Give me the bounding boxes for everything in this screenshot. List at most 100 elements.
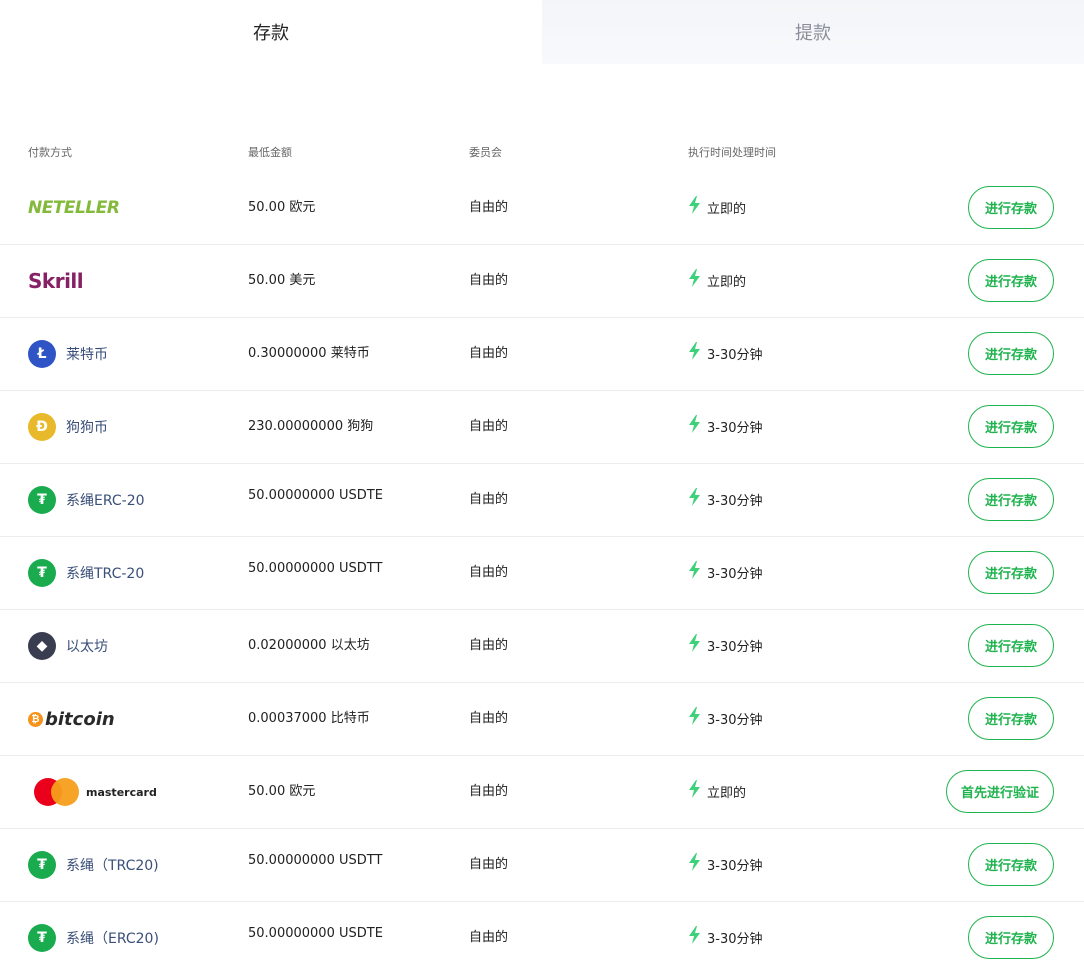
min-amount: 50.00000000 USDTE bbox=[248, 926, 383, 941]
processing-time: 立即的 bbox=[688, 269, 746, 291]
method-name: 莱特币 bbox=[66, 347, 108, 363]
tether-icon: ₮ bbox=[28, 486, 56, 514]
processing-time-text: 3-30分钟 bbox=[707, 347, 763, 363]
method-cell: ₿ bitcoin bbox=[28, 683, 115, 755]
tether-icon: ₮ bbox=[28, 559, 56, 587]
lightning-icon bbox=[688, 707, 701, 729]
processing-time-text: 3-30分钟 bbox=[707, 639, 763, 655]
processing-time-text: 3-30分钟 bbox=[707, 566, 763, 582]
lightning-icon bbox=[688, 926, 701, 948]
tab-withdraw[interactable]: 提款 bbox=[542, 0, 1084, 64]
tether-icon: ₮ bbox=[28, 851, 56, 879]
deposit-button[interactable]: 进行存款 bbox=[968, 478, 1054, 521]
method-name: 以太坊 bbox=[66, 639, 108, 655]
commission: 自由的 bbox=[469, 346, 509, 361]
table-row: mastercard 50.00 欧元 自由的 立即的 首先进行验证 bbox=[0, 756, 1084, 829]
dogecoin-icon: Ð bbox=[28, 413, 56, 441]
skrill-logo: Skrill bbox=[28, 269, 84, 293]
processing-time: 3-30分钟 bbox=[688, 488, 763, 510]
table-row: ₮ 系绳（TRC20) 50.00000000 USDTT 自由的 3-30分钟 进行存款 bbox=[0, 829, 1084, 902]
table-row: ₮ 系绳ERC-20 50.00000000 USDTE 自由的 3-30分钟 进行存款 bbox=[0, 464, 1084, 537]
commission: 自由的 bbox=[469, 273, 509, 288]
processing-time: 3-30分钟 bbox=[688, 415, 763, 437]
processing-time: 立即的 bbox=[688, 196, 746, 218]
mastercard-wordmark: mastercard bbox=[86, 785, 157, 799]
column-header-method: 付款方式 bbox=[28, 146, 72, 159]
method-cell: ₮ 系绳（TRC20) bbox=[28, 829, 159, 901]
processing-time: 3-30分钟 bbox=[688, 634, 763, 656]
lightning-icon bbox=[688, 269, 701, 291]
lightning-icon bbox=[688, 488, 701, 510]
table-row: NETELLER 50.00 欧元 自由的 立即的 进行存款 bbox=[0, 172, 1084, 245]
commission: 自由的 bbox=[469, 711, 509, 726]
method-name: 系绳TRC-20 bbox=[66, 566, 145, 582]
commission: 自由的 bbox=[469, 419, 509, 434]
deposit-button[interactable]: 进行存款 bbox=[968, 259, 1054, 302]
mastercard-logo: mastercard bbox=[28, 778, 157, 806]
deposit-button[interactable]: 进行存款 bbox=[968, 405, 1054, 448]
table-header: 付款方式 最低金额 委员会 执行时间处理时间 bbox=[0, 144, 1084, 164]
bitcoin-wordmark: bitcoin bbox=[45, 708, 115, 730]
deposit-button[interactable]: 进行存款 bbox=[968, 624, 1054, 667]
column-header-min: 最低金额 bbox=[248, 146, 292, 159]
method-cell: ₮ 系绳（ERC20) bbox=[28, 902, 159, 974]
method-name: 系绳（TRC20) bbox=[66, 858, 159, 874]
ethereum-icon: ◆ bbox=[28, 632, 56, 660]
method-name: 系绳（ERC20) bbox=[66, 931, 159, 947]
processing-time: 3-30分钟 bbox=[688, 853, 763, 875]
commission: 自由的 bbox=[469, 784, 509, 799]
min-amount: 50.00 美元 bbox=[248, 273, 316, 288]
method-name: 系绳ERC-20 bbox=[66, 493, 145, 509]
min-amount: 50.00000000 USDTT bbox=[248, 853, 383, 868]
processing-time-text: 3-30分钟 bbox=[707, 858, 763, 874]
column-header-time: 执行时间处理时间 bbox=[688, 146, 776, 159]
lightning-icon bbox=[688, 342, 701, 364]
column-header-fee: 委员会 bbox=[469, 146, 502, 159]
method-cell: NETELLER bbox=[28, 172, 120, 244]
lightning-icon bbox=[688, 634, 701, 656]
lightning-icon bbox=[688, 196, 701, 218]
processing-time: 3-30分钟 bbox=[688, 926, 763, 948]
min-amount: 50.00000000 USDTT bbox=[248, 561, 383, 576]
method-cell: ₮ 系绳ERC-20 bbox=[28, 464, 145, 536]
bitcoin-logo: ₿ bitcoin bbox=[28, 709, 115, 730]
deposit-button[interactable]: 进行存款 bbox=[968, 186, 1054, 229]
min-amount: 230.00000000 狗狗 bbox=[248, 419, 374, 434]
processing-time-text: 3-30分钟 bbox=[707, 712, 763, 728]
processing-time: 3-30分钟 bbox=[688, 707, 763, 729]
tab-deposit[interactable]: 存款 bbox=[0, 0, 542, 64]
deposit-button[interactable]: 进行存款 bbox=[968, 843, 1054, 886]
table-row: ₿ bitcoin 0.00037000 比特币 自由的 3-30分钟 进行存款 bbox=[0, 683, 1084, 756]
processing-time-text: 立即的 bbox=[707, 785, 747, 801]
tether-icon: ₮ bbox=[28, 924, 56, 952]
method-cell: Ð 狗狗币 bbox=[28, 391, 108, 463]
commission: 自由的 bbox=[469, 565, 509, 580]
min-amount: 50.00000000 USDTE bbox=[248, 488, 383, 503]
processing-time: 3-30分钟 bbox=[688, 561, 763, 583]
lightning-icon bbox=[688, 415, 701, 437]
lightning-icon bbox=[688, 853, 701, 875]
processing-time-text: 3-30分钟 bbox=[707, 493, 763, 509]
table-row: Ł 莱特币 0.30000000 莱特币 自由的 3-30分钟 进行存款 bbox=[0, 318, 1084, 391]
method-name: 狗狗币 bbox=[66, 420, 108, 436]
deposit-button[interactable]: 进行存款 bbox=[968, 916, 1054, 959]
min-amount: 0.30000000 莱特币 bbox=[248, 346, 370, 361]
deposit-button[interactable]: 首先进行验证 bbox=[945, 770, 1054, 813]
commission: 自由的 bbox=[469, 200, 509, 215]
commission: 自由的 bbox=[469, 492, 509, 507]
deposit-button[interactable]: 进行存款 bbox=[968, 551, 1054, 594]
method-cell: ◆ 以太坊 bbox=[28, 610, 108, 682]
deposit-button[interactable]: 进行存款 bbox=[968, 697, 1054, 740]
processing-time-text: 3-30分钟 bbox=[707, 420, 763, 436]
deposit-button[interactable]: 进行存款 bbox=[968, 332, 1054, 375]
table-row: Skrill 50.00 美元 自由的 立即的 进行存款 bbox=[0, 245, 1084, 318]
tab-bar: 存款 提款 bbox=[0, 0, 1084, 64]
table-row: ◆ 以太坊 0.02000000 以太坊 自由的 3-30分钟 进行存款 bbox=[0, 610, 1084, 683]
method-cell: mastercard bbox=[28, 756, 157, 828]
bitcoin-icon: ₿ bbox=[28, 711, 43, 727]
table-row: ₮ 系绳TRC-20 50.00000000 USDTT 自由的 3-30分钟 进行存款 bbox=[0, 537, 1084, 610]
min-amount: 50.00 欧元 bbox=[248, 784, 316, 799]
commission: 自由的 bbox=[469, 930, 509, 945]
neteller-logo: NETELLER bbox=[28, 198, 120, 218]
processing-time-text: 3-30分钟 bbox=[707, 931, 763, 947]
